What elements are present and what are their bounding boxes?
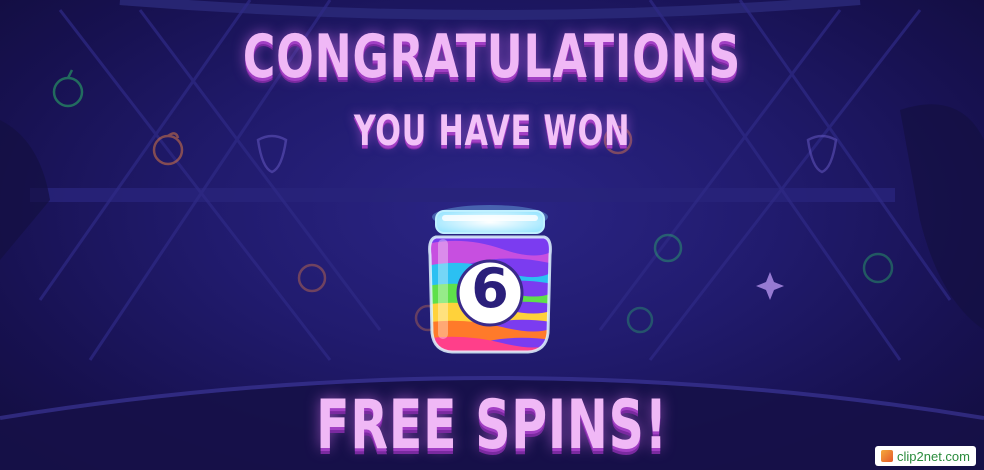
neon-orange-icon [297, 263, 327, 293]
win-popup-screen: CONGRATULATIONS YOU HAVE WON 6 FREE SPIN… [0, 0, 984, 470]
sparkle-icon [756, 272, 784, 300]
watermark-text: clip2net.com [897, 448, 970, 464]
you-have-won-subtitle: YOU HAVE WON [353, 106, 631, 155]
neon-peach-icon [626, 306, 654, 334]
free-spins-label: FREE SPINS! [316, 386, 668, 465]
clip2net-watermark: clip2net.com [875, 446, 976, 466]
neon-peach-icon [653, 233, 683, 263]
neon-peach-icon [52, 69, 84, 108]
congratulations-title: CONGRATULATIONS [242, 22, 742, 92]
clip2net-logo-icon [881, 450, 894, 462]
free-spins-count: 6 [471, 257, 509, 320]
neon-peach-icon [862, 252, 894, 284]
